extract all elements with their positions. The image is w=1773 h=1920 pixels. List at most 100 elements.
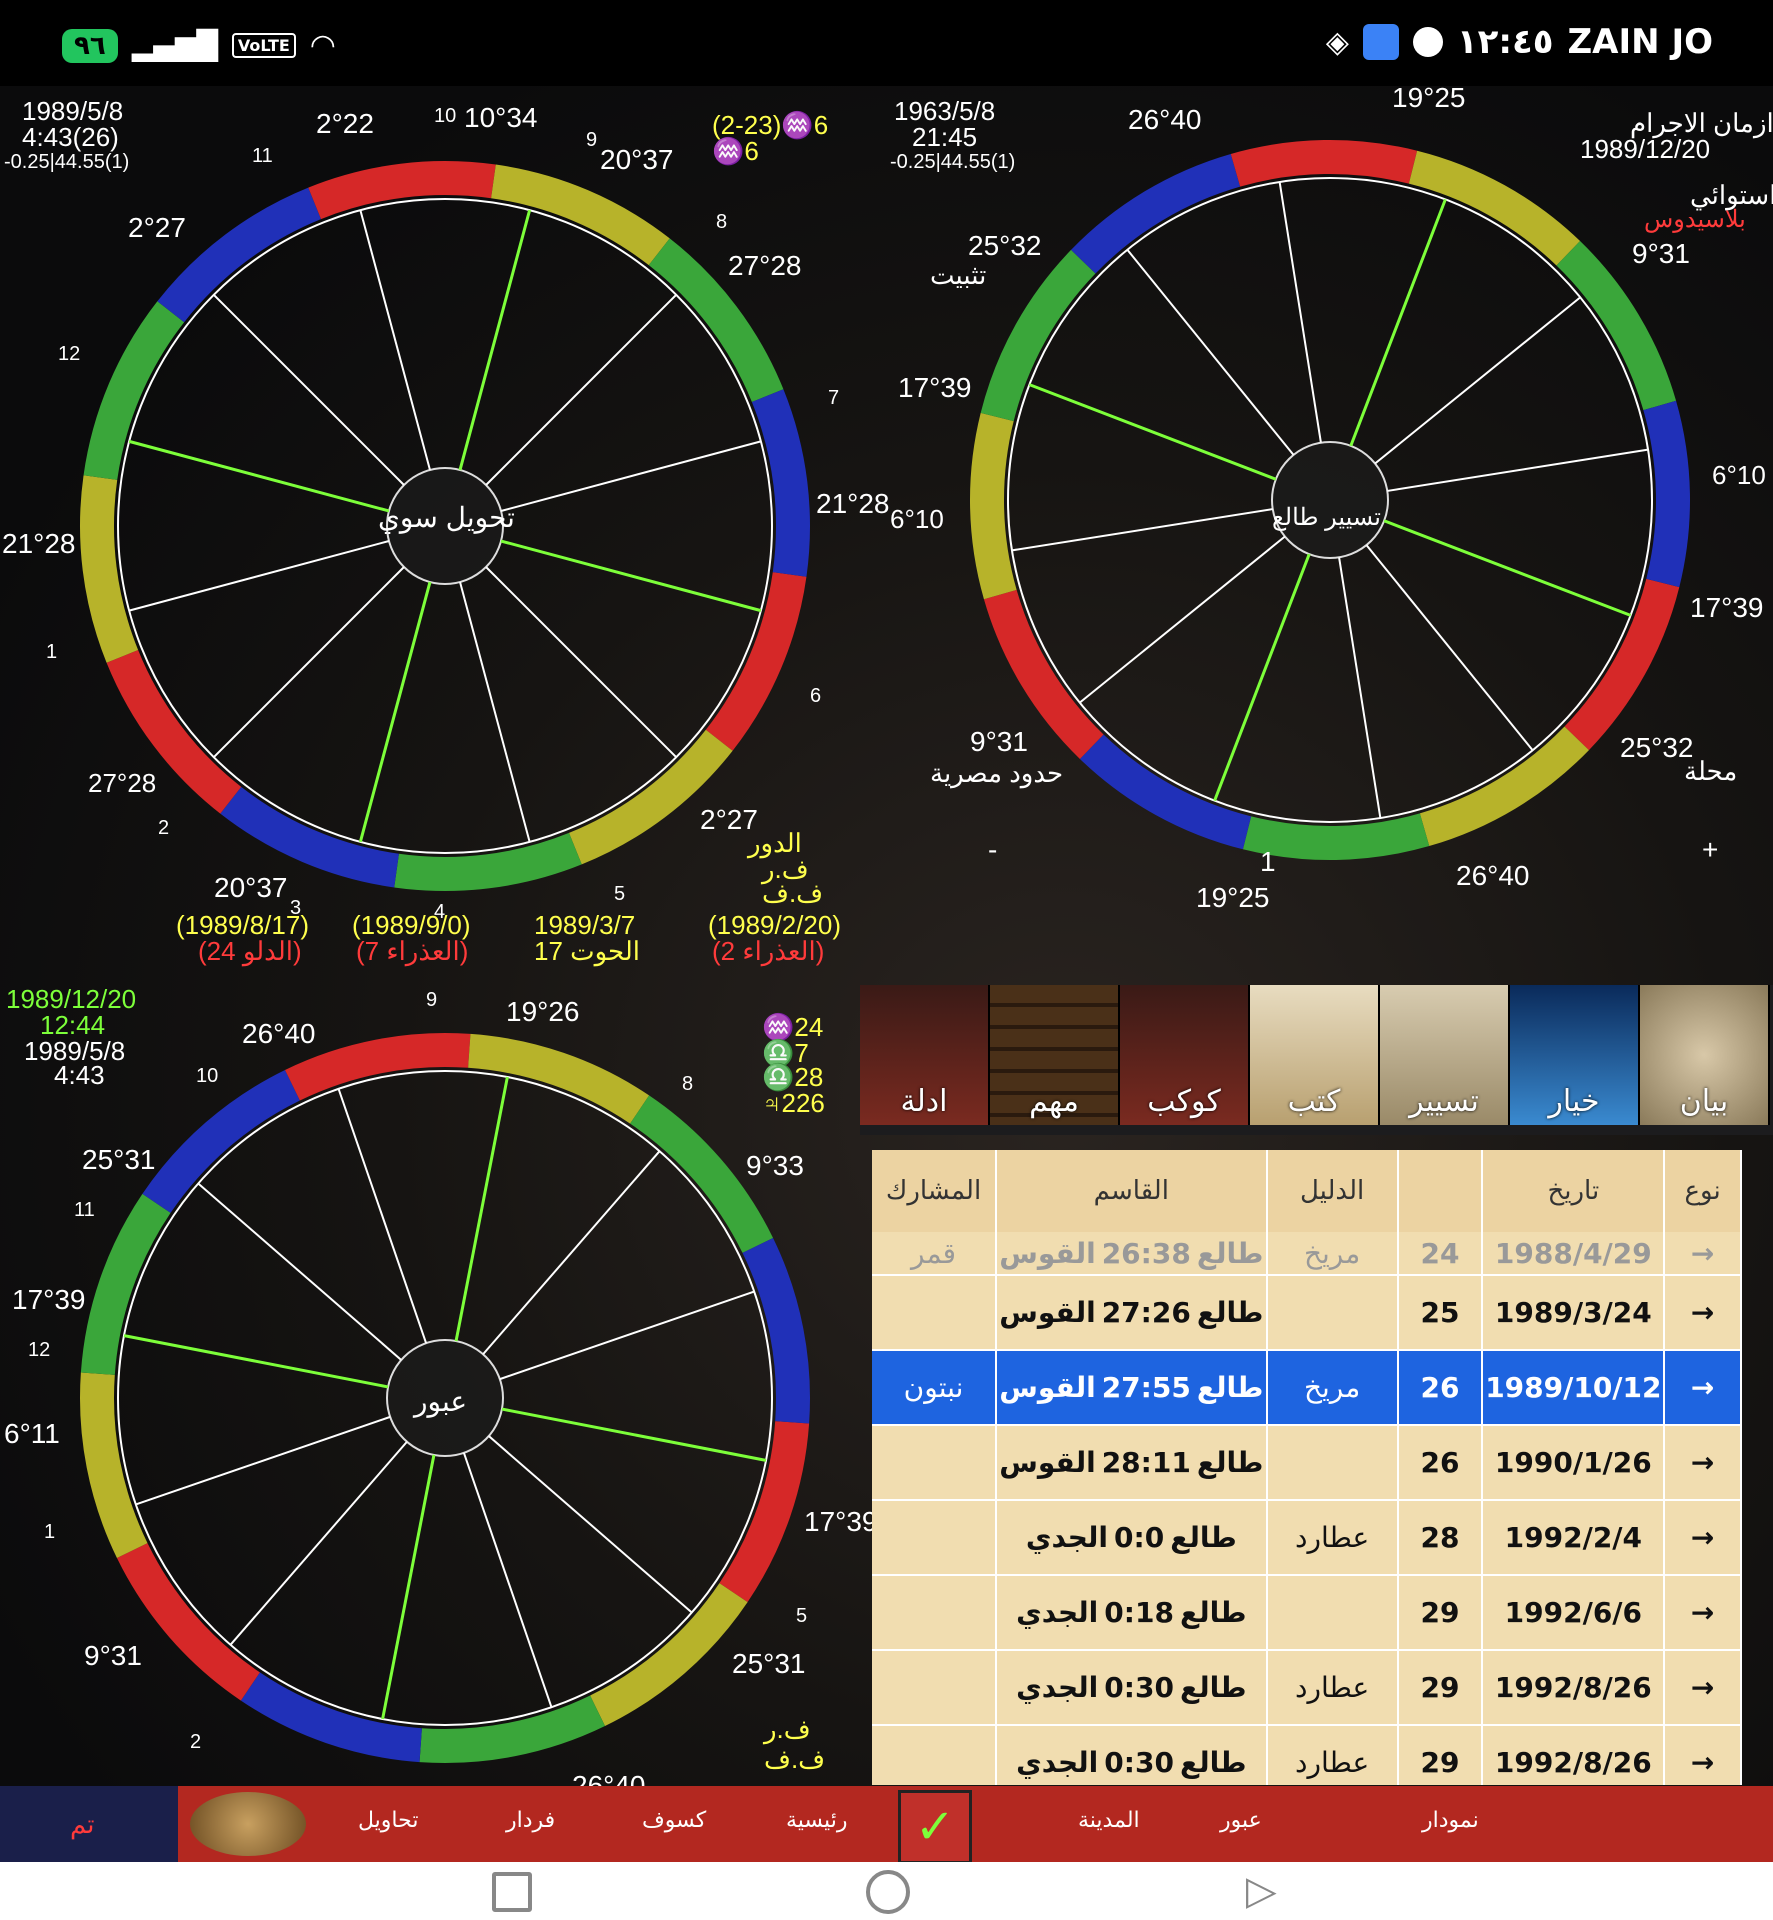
chart-bl-cusp: 9°31 xyxy=(84,1640,142,1671)
chart-tl-cusp: 21°28 xyxy=(816,488,890,519)
chart-bl-cusp: 6°11 xyxy=(4,1418,60,1449)
col-type[interactable]: نوع xyxy=(1664,1150,1742,1232)
zodiac-segment xyxy=(1419,726,1589,847)
transit-button[interactable]: عبور xyxy=(1220,1808,1262,1833)
eclipse-button[interactable]: كسوف xyxy=(642,1808,706,1833)
zoom-in-button[interactable]: + xyxy=(1702,836,1718,864)
cell-age: 29 xyxy=(1397,1575,1484,1651)
house-cusp-line xyxy=(381,1454,436,1720)
chart-button[interactable]: نمودار xyxy=(1422,1808,1479,1833)
chart-tl-footer: (2 العذراء) xyxy=(712,936,825,966)
chart-tl-house-8: 8 xyxy=(716,211,728,233)
table-row[interactable]: طالع0:30الجدي عطارد 29 1992/8/26 → xyxy=(872,1650,1742,1726)
cell-divisor: طالع27:55القوس xyxy=(996,1350,1268,1426)
thumb-evidence[interactable]: ادلة xyxy=(860,985,990,1125)
table-row[interactable]: طالع0:30الجدي عطارد 29 1992/8/26 → xyxy=(872,1725,1742,1785)
volte-icon: VoLTE xyxy=(231,33,296,58)
divisor-prefix: طالع xyxy=(1179,1596,1247,1629)
cell-date: 1992/8/26 xyxy=(1482,1650,1666,1726)
thumb-label: بيان xyxy=(1679,1084,1729,1119)
thumb-tasyeer[interactable]: تسيير xyxy=(1380,985,1510,1125)
chart-tr-house-system: بلاسيدوس xyxy=(1644,206,1746,233)
cell-type: → xyxy=(1664,1500,1742,1576)
cell-divisor: طالع0:30الجدي xyxy=(996,1650,1268,1726)
directions-table[interactable]: المشارك القاسم الدليل تاريخ نوع قمر طالع2… xyxy=(872,1150,1742,1785)
zodiac-segment xyxy=(80,1193,171,1375)
chart-bl-house-12: 12 xyxy=(28,1339,51,1361)
thumb-important[interactable]: مهم xyxy=(990,985,1120,1125)
chart-bl-cusp: 9°33 xyxy=(746,1150,804,1181)
thumb-option[interactable]: خيار xyxy=(1510,985,1640,1125)
chart-tr-center-label[interactable]: تسيير طالع xyxy=(1272,506,1381,530)
transitions-button[interactable]: تحاويل xyxy=(358,1808,418,1833)
house-cusp-line xyxy=(358,581,432,843)
divisor-prefix: طالع xyxy=(1179,1746,1247,1779)
cell-age: 26 xyxy=(1397,1425,1484,1501)
home-button[interactable]: رئيسية xyxy=(786,1808,847,1833)
thumb-books[interactable]: كتب xyxy=(1250,985,1380,1125)
chart-tl-cusp: 27°28 xyxy=(88,768,157,798)
astrolabe-icon[interactable] xyxy=(190,1792,306,1856)
chart-tr-house-1: 1 xyxy=(1260,846,1276,877)
thumb-label: تسيير xyxy=(1409,1084,1479,1119)
house-cusp-line xyxy=(1126,249,1295,456)
table-row[interactable]: قمر طالع26:38القوس مريخ 24 1988/4/29 → xyxy=(872,1232,1742,1276)
chart-bl-side: ف.ر xyxy=(764,1714,811,1744)
cell-type: → xyxy=(1664,1575,1742,1651)
back-icon[interactable]: ▷ xyxy=(1246,1868,1277,1914)
zodiac-segment xyxy=(1079,734,1252,850)
house-cusp-line xyxy=(459,581,531,843)
chart-tr-title: ازمان الاجرام xyxy=(1630,108,1773,138)
chart-tl-center-label[interactable]: تحويل سوي xyxy=(378,504,515,532)
cell-divisor: طالع28:11القوس xyxy=(996,1425,1268,1501)
table-row[interactable]: طالع28:11القوس 26 1990/1/26 → xyxy=(872,1425,1742,1501)
divisor-deg: 0:18 xyxy=(1104,1596,1174,1629)
thumb-planet[interactable]: كوكب xyxy=(1120,985,1250,1125)
cell-participant xyxy=(872,1425,998,1501)
col-age[interactable] xyxy=(1397,1150,1484,1232)
table-row[interactable]: طالع27:26القوس 25 1989/3/24 → xyxy=(872,1275,1742,1351)
cell-guide xyxy=(1266,1575,1399,1651)
chart-tr-note: تثبيت xyxy=(930,260,987,290)
chart-tl-footer: (24 الدلو) xyxy=(198,936,302,966)
city-button[interactable]: المدينة xyxy=(1078,1808,1140,1833)
chart-tr-cusp: 9°31 xyxy=(1632,238,1690,269)
chart-tl-time: 4:43(26) xyxy=(22,122,119,152)
chart-tl-house-9: 9 xyxy=(586,129,598,151)
chart-tl-cusp: 20°37 xyxy=(214,872,288,903)
table-row[interactable]: طالع0:18الجدي 29 1992/6/6 → xyxy=(872,1575,1742,1651)
col-divisor[interactable]: القاسم xyxy=(996,1150,1268,1232)
cell-date: 1992/2/4 xyxy=(1482,1500,1666,1576)
chart-bl-center-label[interactable]: عبور xyxy=(414,1388,467,1416)
table-row[interactable]: طالع0:0الجدي عطارد 28 1992/2/4 → xyxy=(872,1500,1742,1576)
divisor-deg: 28:11 xyxy=(1101,1446,1191,1479)
chart-tr-cusp: 17°39 xyxy=(1690,592,1764,623)
cell-participant xyxy=(872,1500,998,1576)
divisor-deg: 0:0 xyxy=(1114,1521,1165,1554)
zodiac-segment xyxy=(240,1672,422,1763)
check-icon[interactable]: ✓ xyxy=(898,1790,972,1864)
table-row[interactable]: نبتون طالع27:55القوس مريخ 26 1989/10/12 → xyxy=(872,1350,1742,1426)
house-cusp-line xyxy=(485,294,677,486)
house-cusp-line xyxy=(123,1334,389,1389)
thumb-statement[interactable]: بيان xyxy=(1640,985,1770,1125)
firdar-button[interactable]: فردار xyxy=(506,1808,555,1833)
chart-bl-cusp: 17°39 xyxy=(804,1506,878,1537)
zoom-out-button[interactable]: - xyxy=(988,836,997,864)
house-cusp-line xyxy=(499,1290,755,1381)
col-participant[interactable]: المشارك xyxy=(872,1150,998,1232)
zodiac-segment xyxy=(1071,153,1241,274)
col-date[interactable]: تاريخ xyxy=(1482,1150,1666,1232)
done-button[interactable]: تم xyxy=(70,1810,95,1840)
house-cusp-line xyxy=(213,566,405,758)
chart-tr-title-date: 1989/12/20 xyxy=(1580,134,1711,164)
chart-tr-cusp: 25°32 xyxy=(1620,732,1694,763)
recents-icon[interactable] xyxy=(492,1872,532,1912)
house-cusp-line xyxy=(128,439,390,513)
chart-tl-house-11: 11 xyxy=(252,145,273,167)
chart-tl-note2: ♒6 xyxy=(712,136,759,166)
home-nav-icon[interactable] xyxy=(866,1870,910,1914)
col-guide[interactable]: الدليل xyxy=(1266,1150,1399,1232)
zodiac-segment xyxy=(157,187,322,323)
bottom-toolbar: تم تحاويل فردار كسوف رئيسية ✓ المدينة عب… xyxy=(0,1786,1773,1864)
